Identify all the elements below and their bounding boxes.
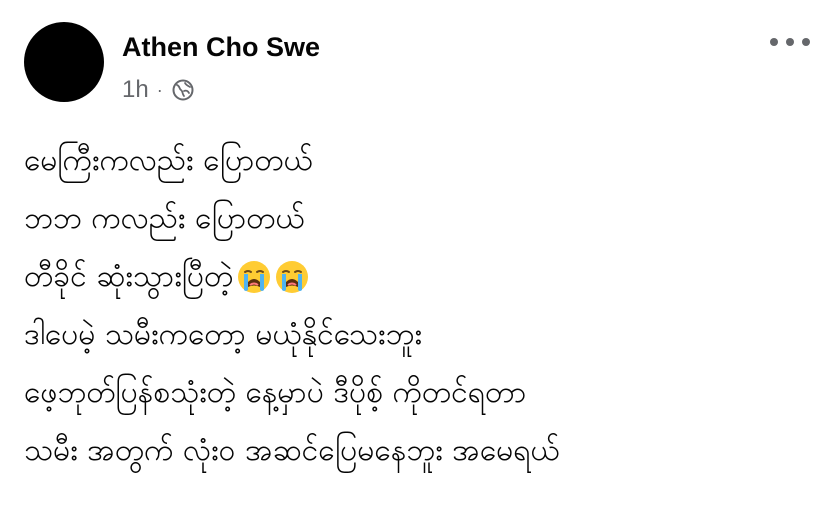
- post-line: မေကြီးကလည်း ပြောတယ်: [24, 143, 313, 178]
- more-options-button[interactable]: [770, 32, 810, 52]
- post-meta: 1h ·: [122, 76, 195, 104]
- post-line: ဖေ့ဘုတ်ပြန်စသုံးတဲ့ နေ့မှာပဲ ဒီပိုစ့် ကိ…: [24, 375, 527, 410]
- meta-separator: ·: [156, 79, 163, 100]
- crying-face-icon: [237, 260, 271, 294]
- dot-icon: [802, 38, 810, 46]
- avatar[interactable]: [24, 22, 104, 102]
- post-line: သမီး အတွက် လုံး၀ အဆင်ပြေမနေဘူး အမေရယ်: [24, 433, 560, 468]
- author-name[interactable]: Athen Cho Swe: [122, 32, 320, 63]
- post-timestamp[interactable]: 1h: [122, 76, 149, 104]
- dot-icon: [786, 38, 794, 46]
- dot-icon: [770, 38, 778, 46]
- crying-face-icon: [275, 260, 309, 294]
- post-line: ဒါပေမဲ့ သမီးကတော့ မယုံနိုင်သေးဘူး: [24, 317, 423, 352]
- post-line: တီခိုင် ဆုံးသွားပြီတဲ့: [24, 248, 814, 306]
- post-line: ဘဘ ကလည်း ပြောတယ်: [24, 201, 305, 236]
- post-text: မေကြီးကလည်း ပြောတယ် ဘဘ ကလည်း ပြောတယ် တီခ…: [24, 132, 814, 480]
- globe-icon[interactable]: [171, 78, 195, 102]
